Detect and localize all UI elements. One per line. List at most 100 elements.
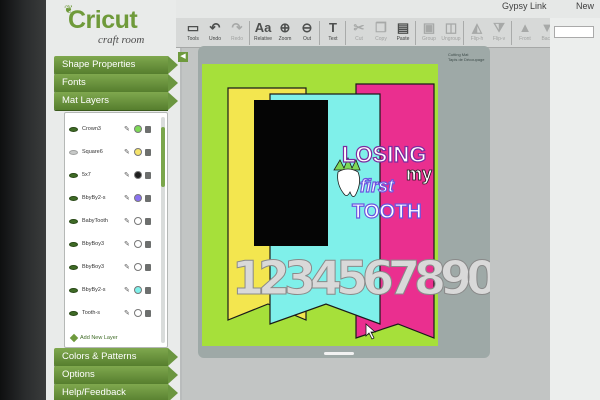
trash-icon[interactable] <box>145 194 151 202</box>
pencil-icon[interactable]: ✎ <box>124 194 131 202</box>
layer-row[interactable]: Tooth-s ✎ <box>69 305 165 321</box>
pencil-icon[interactable]: ✎ <box>124 217 131 225</box>
group-button[interactable]: ▣ Group <box>418 20 440 46</box>
tab-mat-layers[interactable]: Mat Layers <box>54 92 178 110</box>
trash-icon[interactable] <box>145 263 151 271</box>
layer-row[interactable]: BbyBy2-s ✎ <box>69 190 165 206</box>
undo-button[interactable]: ↶ Undo <box>204 20 226 46</box>
font-aa-icon: Aa <box>254 20 272 35</box>
pencil-icon[interactable]: ✎ <box>124 240 131 248</box>
layer-name: BbyBy2-s <box>82 195 106 201</box>
layer-color-swatch[interactable] <box>134 125 142 133</box>
toolbar: ▭ Tools ↶ Undo ↷ Redo Aa Relative ⊕ Zoom ⊖ Out T Text… <box>176 18 600 48</box>
toolbar-separator <box>511 21 512 45</box>
tab-shape-properties[interactable]: Shape Properties <box>54 56 178 74</box>
size-input[interactable] <box>554 26 594 38</box>
trash-icon[interactable] <box>145 286 151 294</box>
app-logo[interactable]: ❦ Cricut craft room <box>64 4 174 50</box>
collapse-panel-icon[interactable]: ◀ <box>178 52 188 62</box>
cut-icon: ✂ <box>353 20 365 35</box>
toolbar-button-label: Front <box>519 36 531 42</box>
layer-row[interactable]: BbyBoy3 ✎ <box>69 236 165 252</box>
pencil-icon[interactable]: ✎ <box>124 263 131 271</box>
stage: ❦ Cricut craft room Shape Properties Fon… <box>0 0 600 400</box>
layer-row[interactable]: BbyBy2-s ✎ <box>69 282 165 298</box>
eye-visibility-icon[interactable] <box>69 287 78 293</box>
layer-color-swatch[interactable] <box>134 263 142 271</box>
zoom-out-icon: ⊖ <box>301 20 313 35</box>
pencil-icon[interactable]: ✎ <box>124 148 131 156</box>
eye-visibility-icon[interactable] <box>69 126 78 132</box>
trash-icon[interactable] <box>145 125 151 133</box>
redo-button[interactable]: ↷ Redo <box>226 20 248 46</box>
relative-button[interactable]: Aa Relative <box>252 20 274 46</box>
layer-color-swatch[interactable] <box>134 240 142 248</box>
layer-name: BbyBoy3 <box>82 264 105 270</box>
title-my[interactable]: my <box>406 164 433 185</box>
cut-button[interactable]: ✂ Cut <box>348 20 370 46</box>
flip-h-button[interactable]: ◭ Flip-h <box>466 20 488 46</box>
layer-color-swatch[interactable] <box>134 148 142 156</box>
add-layer-icon <box>69 333 79 343</box>
paste-icon: ▤ <box>396 20 410 35</box>
trash-icon[interactable] <box>145 148 151 156</box>
trash-icon[interactable] <box>145 309 151 317</box>
tab-colors-patterns[interactable]: Colors & Patterns <box>54 348 178 366</box>
eye-visibility-icon[interactable] <box>69 149 78 155</box>
new-project-link[interactable]: New <box>576 1 594 11</box>
toolbar-separator <box>319 21 320 45</box>
layer-color-swatch[interactable] <box>134 286 142 294</box>
front-button[interactable]: ▲ Front <box>514 20 536 46</box>
eye-visibility-icon[interactable] <box>69 195 78 201</box>
toolbar-separator <box>415 21 416 45</box>
pencil-icon[interactable]: ✎ <box>124 309 131 317</box>
toolbar-button-label: Undo <box>209 36 221 42</box>
monitor-bezel <box>0 0 46 400</box>
layer-color-swatch[interactable] <box>134 171 142 179</box>
toolbar-button-label: Paste <box>396 36 410 42</box>
artwork-canvas[interactable]: LOSING my first TOOTH 1234567890 <box>202 58 490 348</box>
layer-row[interactable]: 5x7 ✎ <box>69 167 165 183</box>
title-tooth[interactable]: TOOTH <box>351 200 422 223</box>
layer-row[interactable]: Crown3 ✎ <box>69 121 165 137</box>
trash-icon[interactable] <box>145 171 151 179</box>
mat-resize-handle[interactable] <box>324 352 354 355</box>
flip-v-button[interactable]: ⧩ Flip-v <box>488 20 510 46</box>
layer-color-swatch[interactable] <box>134 309 142 317</box>
photo-placeholder[interactable] <box>254 100 328 246</box>
tab-options[interactable]: Options <box>54 366 178 384</box>
eye-visibility-icon[interactable] <box>69 172 78 178</box>
toolbar-button-label: Flip-h <box>470 36 484 42</box>
layer-color-swatch[interactable] <box>134 194 142 202</box>
bring-front-icon: ▲ <box>518 20 532 35</box>
tab-help-feedback[interactable]: Help/Feedback <box>54 384 178 400</box>
layer-color-swatch[interactable] <box>134 217 142 225</box>
user-name-link[interactable]: Gypsy Link <box>502 1 547 11</box>
eye-visibility-icon[interactable] <box>69 218 78 224</box>
eye-visibility-icon[interactable] <box>69 310 78 316</box>
numbers-row[interactable]: 1234567890 <box>232 251 491 306</box>
tab-fonts[interactable]: Fonts <box>54 74 178 92</box>
trash-icon[interactable] <box>145 217 151 225</box>
eye-visibility-icon[interactable] <box>69 241 78 247</box>
pencil-icon[interactable]: ✎ <box>124 171 131 179</box>
toolbar-button-label: Flip-v <box>492 36 506 42</box>
add-new-layer-button[interactable]: Add New Layer <box>69 333 118 343</box>
title-first[interactable]: first <box>359 175 395 196</box>
layer-row[interactable]: BbyBoy3 ✎ <box>69 259 165 275</box>
text-button[interactable]: T Text <box>322 20 344 46</box>
undo-icon: ↶ <box>209 20 221 35</box>
zoom-button[interactable]: ⊕ Zoom <box>274 20 296 46</box>
layer-row[interactable]: Square6 ✎ <box>69 144 165 160</box>
tools-button[interactable]: ▭ Tools <box>182 20 204 46</box>
pencil-icon[interactable]: ✎ <box>124 125 131 133</box>
pencil-icon[interactable]: ✎ <box>124 286 131 294</box>
layer-row[interactable]: BabyTooth ✎ <box>69 213 165 229</box>
out-button[interactable]: ⊖ Out <box>296 20 318 46</box>
paste-button[interactable]: ▤ Paste <box>392 20 414 46</box>
ungroup-button[interactable]: ◫ Ungroup <box>440 20 462 46</box>
layers-list: Crown3 ✎ Square6 ✎ 5x7 ✎ BbyBy2-s ✎ BabyTooth ✎ Bb… <box>64 112 168 348</box>
trash-icon[interactable] <box>145 240 151 248</box>
eye-visibility-icon[interactable] <box>69 264 78 270</box>
copy-button[interactable]: ❐ Copy <box>370 20 392 46</box>
